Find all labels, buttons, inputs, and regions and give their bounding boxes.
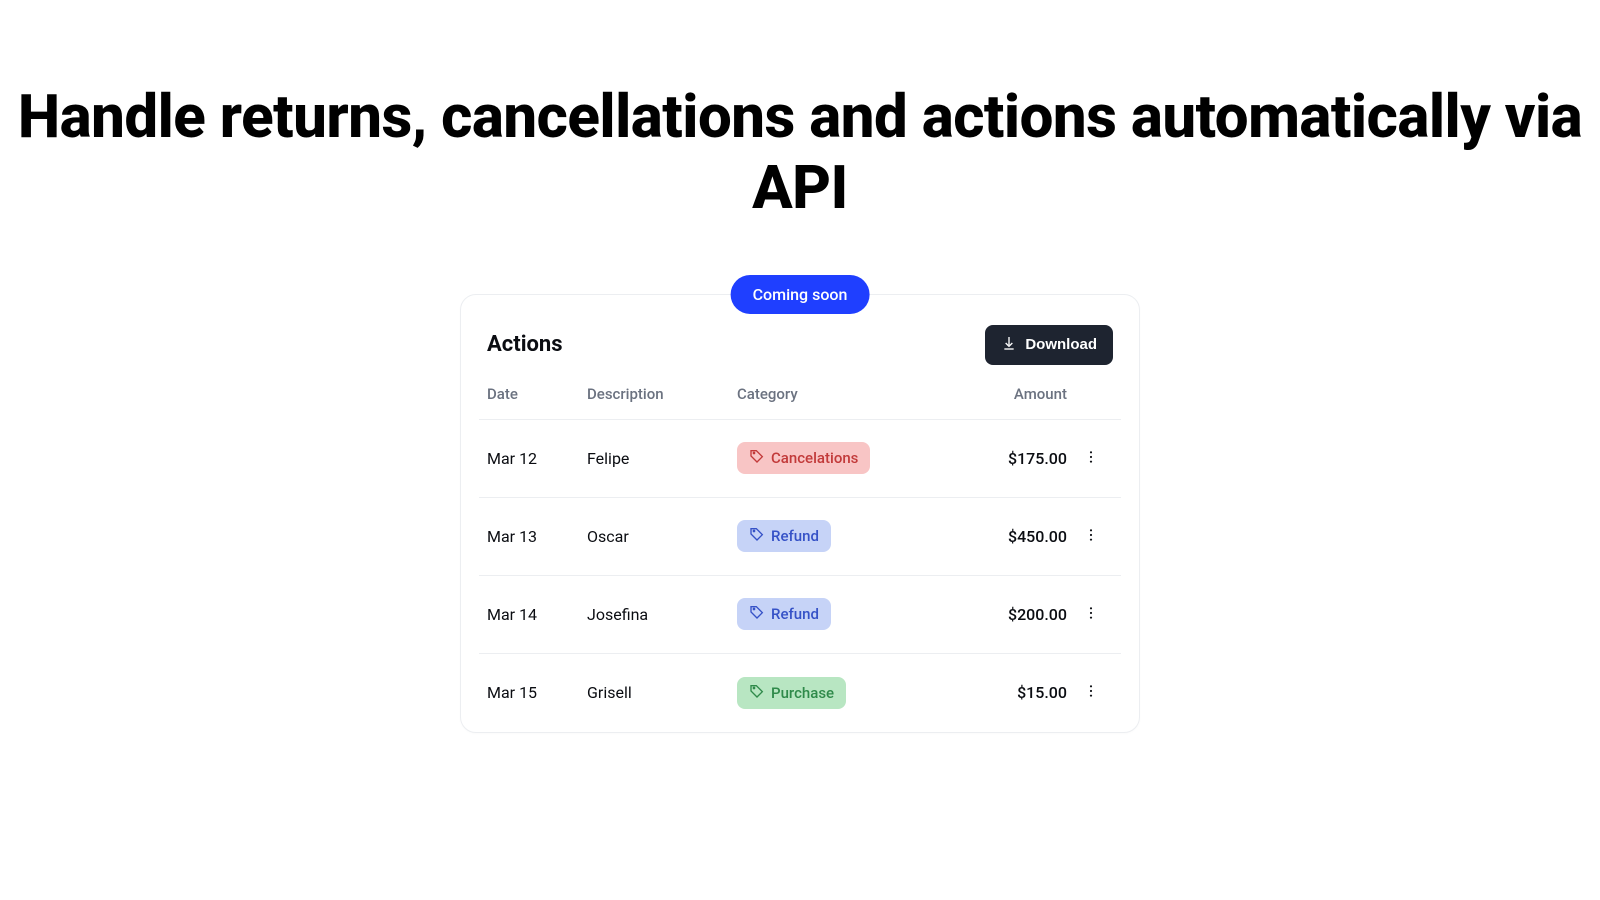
row-menu-button[interactable] [1077, 677, 1105, 708]
cell-description: Josefina [587, 605, 737, 624]
cell-date: Mar 13 [487, 527, 587, 546]
col-category-header: Category [737, 385, 947, 403]
more-vertical-icon [1083, 531, 1099, 546]
coming-soon-badge: Coming soon [731, 275, 870, 314]
cell-category: Refund [737, 520, 947, 552]
category-tag: Refund [737, 598, 831, 630]
category-tag: Purchase [737, 677, 846, 709]
table-row: Mar 15Grisell Purchase $15.00 [479, 654, 1121, 732]
tag-icon [749, 448, 765, 468]
cell-category: Cancelations [737, 442, 947, 474]
cell-amount: $175.00 [947, 449, 1067, 468]
download-icon [1001, 335, 1017, 355]
more-vertical-icon [1083, 687, 1099, 702]
table-row: Mar 14Josefina Refund $200.00 [479, 576, 1121, 654]
cell-date: Mar 14 [487, 605, 587, 624]
category-tag: Cancelations [737, 442, 870, 474]
cell-date: Mar 12 [487, 449, 587, 468]
cell-amount: $450.00 [947, 527, 1067, 546]
download-label: Download [1025, 336, 1097, 353]
col-amount-header: Amount [947, 385, 1067, 403]
tag-icon [749, 604, 765, 624]
cell-amount: $15.00 [947, 683, 1067, 702]
category-tag: Refund [737, 520, 831, 552]
card-title: Actions [487, 332, 563, 357]
row-menu-button[interactable] [1077, 521, 1105, 552]
cell-amount: $200.00 [947, 605, 1067, 624]
cell-description: Grisell [587, 683, 737, 702]
cell-description: Felipe [587, 449, 737, 468]
row-menu-button[interactable] [1077, 443, 1105, 474]
actions-table: Date Description Category Amount Mar 12F… [479, 385, 1121, 732]
category-label: Refund [771, 527, 819, 545]
page-headline: Handle returns, cancellations and action… [0, 82, 1600, 224]
table-row: Mar 12Felipe Cancelations $175.00 [479, 420, 1121, 498]
cell-date: Mar 15 [487, 683, 587, 702]
category-label: Refund [771, 605, 819, 623]
tag-icon [749, 683, 765, 703]
cell-description: Oscar [587, 527, 737, 546]
table-row: Mar 13Oscar Refund $450.00 [479, 498, 1121, 576]
tag-icon [749, 526, 765, 546]
download-button[interactable]: Download [985, 325, 1113, 365]
col-date-header: Date [487, 385, 587, 403]
category-label: Cancelations [771, 449, 858, 467]
cell-category: Refund [737, 598, 947, 630]
actions-card: Actions Download Date Description Catego… [460, 294, 1140, 733]
cell-category: Purchase [737, 677, 947, 709]
row-menu-button[interactable] [1077, 599, 1105, 630]
more-vertical-icon [1083, 609, 1099, 624]
more-vertical-icon [1083, 453, 1099, 468]
category-label: Purchase [771, 684, 834, 702]
col-description-header: Description [587, 385, 737, 403]
table-header: Date Description Category Amount [479, 385, 1121, 420]
